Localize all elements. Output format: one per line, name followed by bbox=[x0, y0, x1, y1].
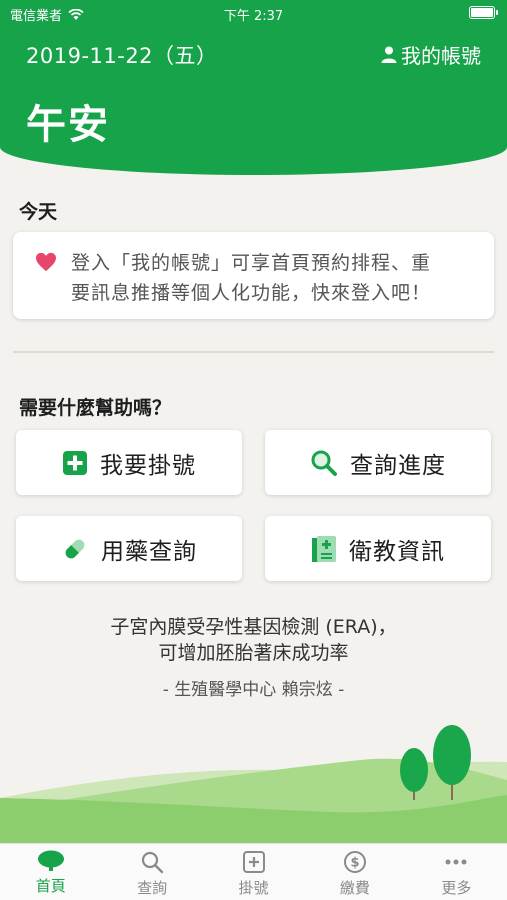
hills-illustration bbox=[0, 725, 507, 845]
header: 電信業者 下午 2:37 2019-11-22（五） 我的帳號 午安 bbox=[0, 0, 507, 175]
promo-title-line1[interactable]: 子宮內膜受孕性基因檢測 (ERA)， bbox=[0, 612, 507, 639]
register-appointment-label: 我要掛號 bbox=[100, 452, 196, 479]
login-prompt-line1: 登入「我的帳號」可享首頁預約排程、重 bbox=[71, 252, 432, 274]
tab-search-label: 查詢 bbox=[137, 879, 168, 897]
greeting: 午安 bbox=[26, 102, 110, 148]
dollar-circle-icon: $ bbox=[343, 851, 366, 873]
query-progress-label: 查詢進度 bbox=[350, 452, 446, 479]
login-prompt-line2: 要訊息推播等個人化功能，快來登入吧！ bbox=[71, 282, 432, 304]
tab-bar: 首頁 查詢 掛號 $ 繳費 更多 bbox=[0, 843, 507, 900]
promo-title-line2[interactable]: 可增加胚胎著床成功率 bbox=[0, 638, 507, 665]
today-title: 今天 bbox=[19, 201, 58, 223]
tab-more[interactable]: 更多 bbox=[406, 844, 507, 900]
tab-home[interactable]: 首頁 bbox=[0, 844, 101, 900]
tab-payment-label: 繳費 bbox=[339, 879, 370, 897]
status-bar: 電信業者 下午 2:37 bbox=[0, 0, 507, 26]
plus-square-icon bbox=[242, 851, 265, 873]
medication-query-label: 用藥查詢 bbox=[101, 538, 197, 565]
heart-icon bbox=[36, 252, 56, 272]
health-education-button[interactable]: 衛教資訊 bbox=[265, 516, 491, 581]
medication-query-button[interactable]: 用藥查詢 bbox=[16, 516, 242, 581]
person-icon bbox=[381, 46, 397, 63]
divider bbox=[13, 351, 494, 353]
pill-icon bbox=[65, 539, 85, 558]
query-progress-button[interactable]: 查詢進度 bbox=[265, 430, 491, 495]
register-appointment-button[interactable]: 我要掛號 bbox=[16, 430, 242, 495]
tab-payment[interactable]: $ 繳費 bbox=[304, 844, 405, 900]
tab-home-label: 首頁 bbox=[35, 877, 66, 895]
tab-search[interactable]: 查詢 bbox=[101, 844, 202, 900]
search-icon bbox=[142, 851, 164, 874]
plus-square-icon bbox=[63, 450, 87, 475]
more-icon bbox=[445, 859, 467, 865]
current-date: 2019-11-22（五） bbox=[26, 44, 218, 68]
tab-more-label: 更多 bbox=[441, 879, 472, 897]
my-account-button[interactable]: 我的帳號 bbox=[381, 40, 481, 69]
tab-register-label: 掛號 bbox=[238, 879, 269, 897]
search-icon bbox=[311, 450, 337, 476]
svg-text:$: $ bbox=[350, 856, 359, 871]
tab-register[interactable]: 掛號 bbox=[203, 844, 304, 900]
tree-icon bbox=[37, 850, 64, 871]
battery-icon bbox=[469, 6, 498, 19]
status-time: 下午 2:37 bbox=[223, 9, 284, 24]
my-account-label: 我的帳號 bbox=[401, 44, 481, 68]
medical-document-icon bbox=[312, 535, 336, 562]
login-prompt-card[interactable]: 登入「我的帳號」可享首頁預約排程、重 要訊息推播等個人化功能，快來登入吧！ bbox=[13, 232, 494, 319]
health-education-label: 衛教資訊 bbox=[349, 538, 445, 565]
help-title: 需要什麼幫助嗎？ bbox=[19, 397, 172, 419]
promo-author: - 生殖醫學中心 賴宗炫 - bbox=[162, 680, 345, 700]
login-prompt-text: 登入「我的帳號」可享首頁預約排程、重 要訊息推播等個人化功能，快來登入吧！ bbox=[71, 248, 431, 319]
